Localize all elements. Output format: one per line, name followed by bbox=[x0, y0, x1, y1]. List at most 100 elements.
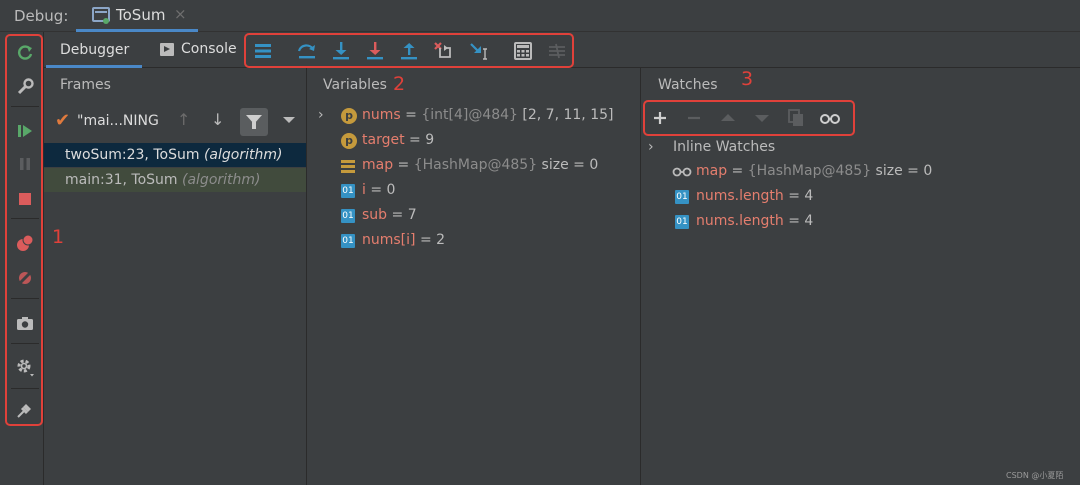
rerun-icon[interactable] bbox=[13, 41, 37, 65]
variable-row[interactable]: 01 nums[i] = 2 bbox=[318, 231, 640, 255]
annotation-3: 3 bbox=[741, 68, 754, 90]
watch-row[interactable]: 01 nums.length = 4 bbox=[672, 187, 1062, 211]
step-over-icon[interactable] bbox=[296, 40, 318, 62]
expand-chevron-icon[interactable]: › bbox=[648, 139, 654, 155]
move-down-icon[interactable] bbox=[751, 107, 773, 129]
variable-name: sub bbox=[362, 207, 388, 223]
stepping-toolbar bbox=[244, 33, 574, 68]
watermark: CSDN @小夏陌 bbox=[1006, 471, 1064, 480]
variable-row[interactable]: 01 sub = 7 bbox=[318, 206, 640, 230]
pin-tab-icon[interactable] bbox=[13, 398, 37, 422]
expand-chevron-icon[interactable]: › bbox=[318, 107, 324, 123]
watch-name: map bbox=[696, 163, 728, 179]
panel-divider[interactable] bbox=[306, 68, 307, 485]
variable-value: size = 0 bbox=[537, 157, 599, 173]
panel-divider[interactable] bbox=[640, 68, 641, 485]
add-watch-icon[interactable] bbox=[649, 107, 671, 129]
step-out-icon[interactable] bbox=[398, 40, 420, 62]
p-icon: p bbox=[341, 133, 357, 149]
settings-gear-icon[interactable] bbox=[13, 355, 37, 379]
drop-frame-icon[interactable] bbox=[432, 40, 454, 62]
variable-row[interactable]: map = {HashMap@485} size = 0 bbox=[318, 156, 640, 180]
duplicate-watch-icon[interactable] bbox=[785, 107, 807, 129]
tab-console[interactable]: Console bbox=[181, 41, 237, 57]
variable-value: 2 bbox=[436, 232, 446, 248]
camera-icon[interactable] bbox=[13, 311, 37, 335]
glasses-icon[interactable] bbox=[819, 107, 841, 129]
variable-type: {HashMap@485} bbox=[413, 157, 538, 173]
field-icon: 01 bbox=[675, 215, 689, 229]
watch-name: nums.length bbox=[696, 213, 784, 229]
toolbar-separator bbox=[11, 218, 39, 219]
inline-watches-label: Inline Watches bbox=[673, 139, 776, 155]
annotation-1: 1 bbox=[52, 226, 65, 248]
map-icon bbox=[341, 159, 355, 173]
thread-selector[interactable]: "mai...NING bbox=[77, 113, 159, 129]
p-icon: p bbox=[341, 108, 357, 124]
frame-row[interactable]: main:31, ToSum (algorithm) bbox=[44, 168, 306, 192]
frame-row[interactable]: twoSum:23, ToSum (algorithm) bbox=[44, 143, 306, 167]
watches-header: Watches bbox=[658, 77, 718, 93]
variable-name: map bbox=[362, 157, 394, 173]
tab-tosum[interactable]: ToSum × bbox=[76, 0, 198, 32]
arrow-up-icon[interactable]: ↑ bbox=[177, 110, 190, 129]
watches-toolbar bbox=[643, 100, 855, 136]
watch-type: {HashMap@485} bbox=[747, 163, 872, 179]
step-into-icon[interactable] bbox=[330, 40, 352, 62]
variable-row[interactable]: p target = 9 bbox=[318, 131, 640, 155]
field-icon: 01 bbox=[675, 190, 689, 204]
thread-status-check-icon: ✔ bbox=[55, 110, 71, 131]
variable-value: 0 bbox=[386, 182, 396, 198]
field-icon: 01 bbox=[341, 184, 355, 198]
field-icon: 01 bbox=[341, 234, 355, 248]
console-icon bbox=[160, 43, 174, 56]
filter-icon[interactable] bbox=[240, 108, 268, 136]
watch-row[interactable]: map = {HashMap@485} size = 0 bbox=[672, 162, 1062, 186]
watch-value: size = 0 bbox=[871, 163, 933, 179]
stop-icon[interactable] bbox=[13, 187, 37, 211]
modify-config-icon[interactable] bbox=[13, 75, 37, 99]
toolbar-separator bbox=[11, 298, 39, 299]
equals-sign: = bbox=[783, 188, 805, 204]
debug-label: Debug: bbox=[14, 7, 69, 25]
variable-value: 9 bbox=[425, 132, 435, 148]
watch-name: nums.length bbox=[696, 188, 784, 204]
variable-value: 7 bbox=[407, 207, 417, 223]
run-to-cursor-icon[interactable] bbox=[468, 40, 490, 62]
running-indicator-icon bbox=[103, 18, 109, 24]
field-icon: 01 bbox=[341, 209, 355, 223]
layout-menu-icon[interactable] bbox=[252, 40, 274, 62]
variable-row[interactable]: 01 i = 0 bbox=[318, 181, 640, 205]
close-tab-icon[interactable]: × bbox=[174, 5, 187, 23]
annotation-2: 2 bbox=[393, 73, 406, 95]
trace-stream-icon[interactable] bbox=[546, 40, 568, 62]
frame-package: (algorithm) bbox=[182, 172, 261, 188]
equals-sign: = bbox=[387, 207, 408, 223]
glasses-icon bbox=[672, 165, 692, 179]
equals-sign: = bbox=[393, 157, 414, 173]
toolbar-separator bbox=[11, 388, 39, 389]
move-up-icon[interactable] bbox=[717, 107, 739, 129]
variable-name: target bbox=[362, 132, 405, 148]
variable-name: nums[i] bbox=[362, 232, 416, 248]
mute-breakpoints-icon[interactable] bbox=[13, 266, 37, 290]
chevron-down-icon[interactable] bbox=[283, 117, 295, 123]
force-step-into-icon[interactable] bbox=[364, 40, 386, 62]
resume-program-icon[interactable] bbox=[13, 119, 37, 143]
variable-row[interactable]: › p nums = {int[4]@484} [2, 7, 11, 15] bbox=[318, 106, 640, 130]
toolbar-separator bbox=[11, 106, 39, 107]
pause-program-icon[interactable] bbox=[13, 152, 37, 176]
frame-method: main:31, ToSum bbox=[65, 172, 178, 188]
variables-header: Variables bbox=[323, 77, 387, 93]
variable-value: [2, 7, 11, 15] bbox=[517, 107, 614, 123]
watch-row[interactable]: 01 nums.length = 4 bbox=[672, 212, 1062, 236]
variable-name: nums bbox=[362, 107, 401, 123]
equals-sign: = bbox=[415, 232, 437, 248]
equals-sign: = bbox=[400, 107, 422, 123]
tab-debugger[interactable]: Debugger bbox=[46, 33, 142, 68]
arrow-down-icon[interactable]: ↓ bbox=[211, 110, 224, 129]
toolbar-separator bbox=[11, 343, 39, 344]
view-breakpoints-icon[interactable] bbox=[13, 231, 37, 255]
evaluate-expression-icon[interactable] bbox=[512, 40, 534, 62]
remove-watch-icon[interactable] bbox=[683, 107, 705, 129]
